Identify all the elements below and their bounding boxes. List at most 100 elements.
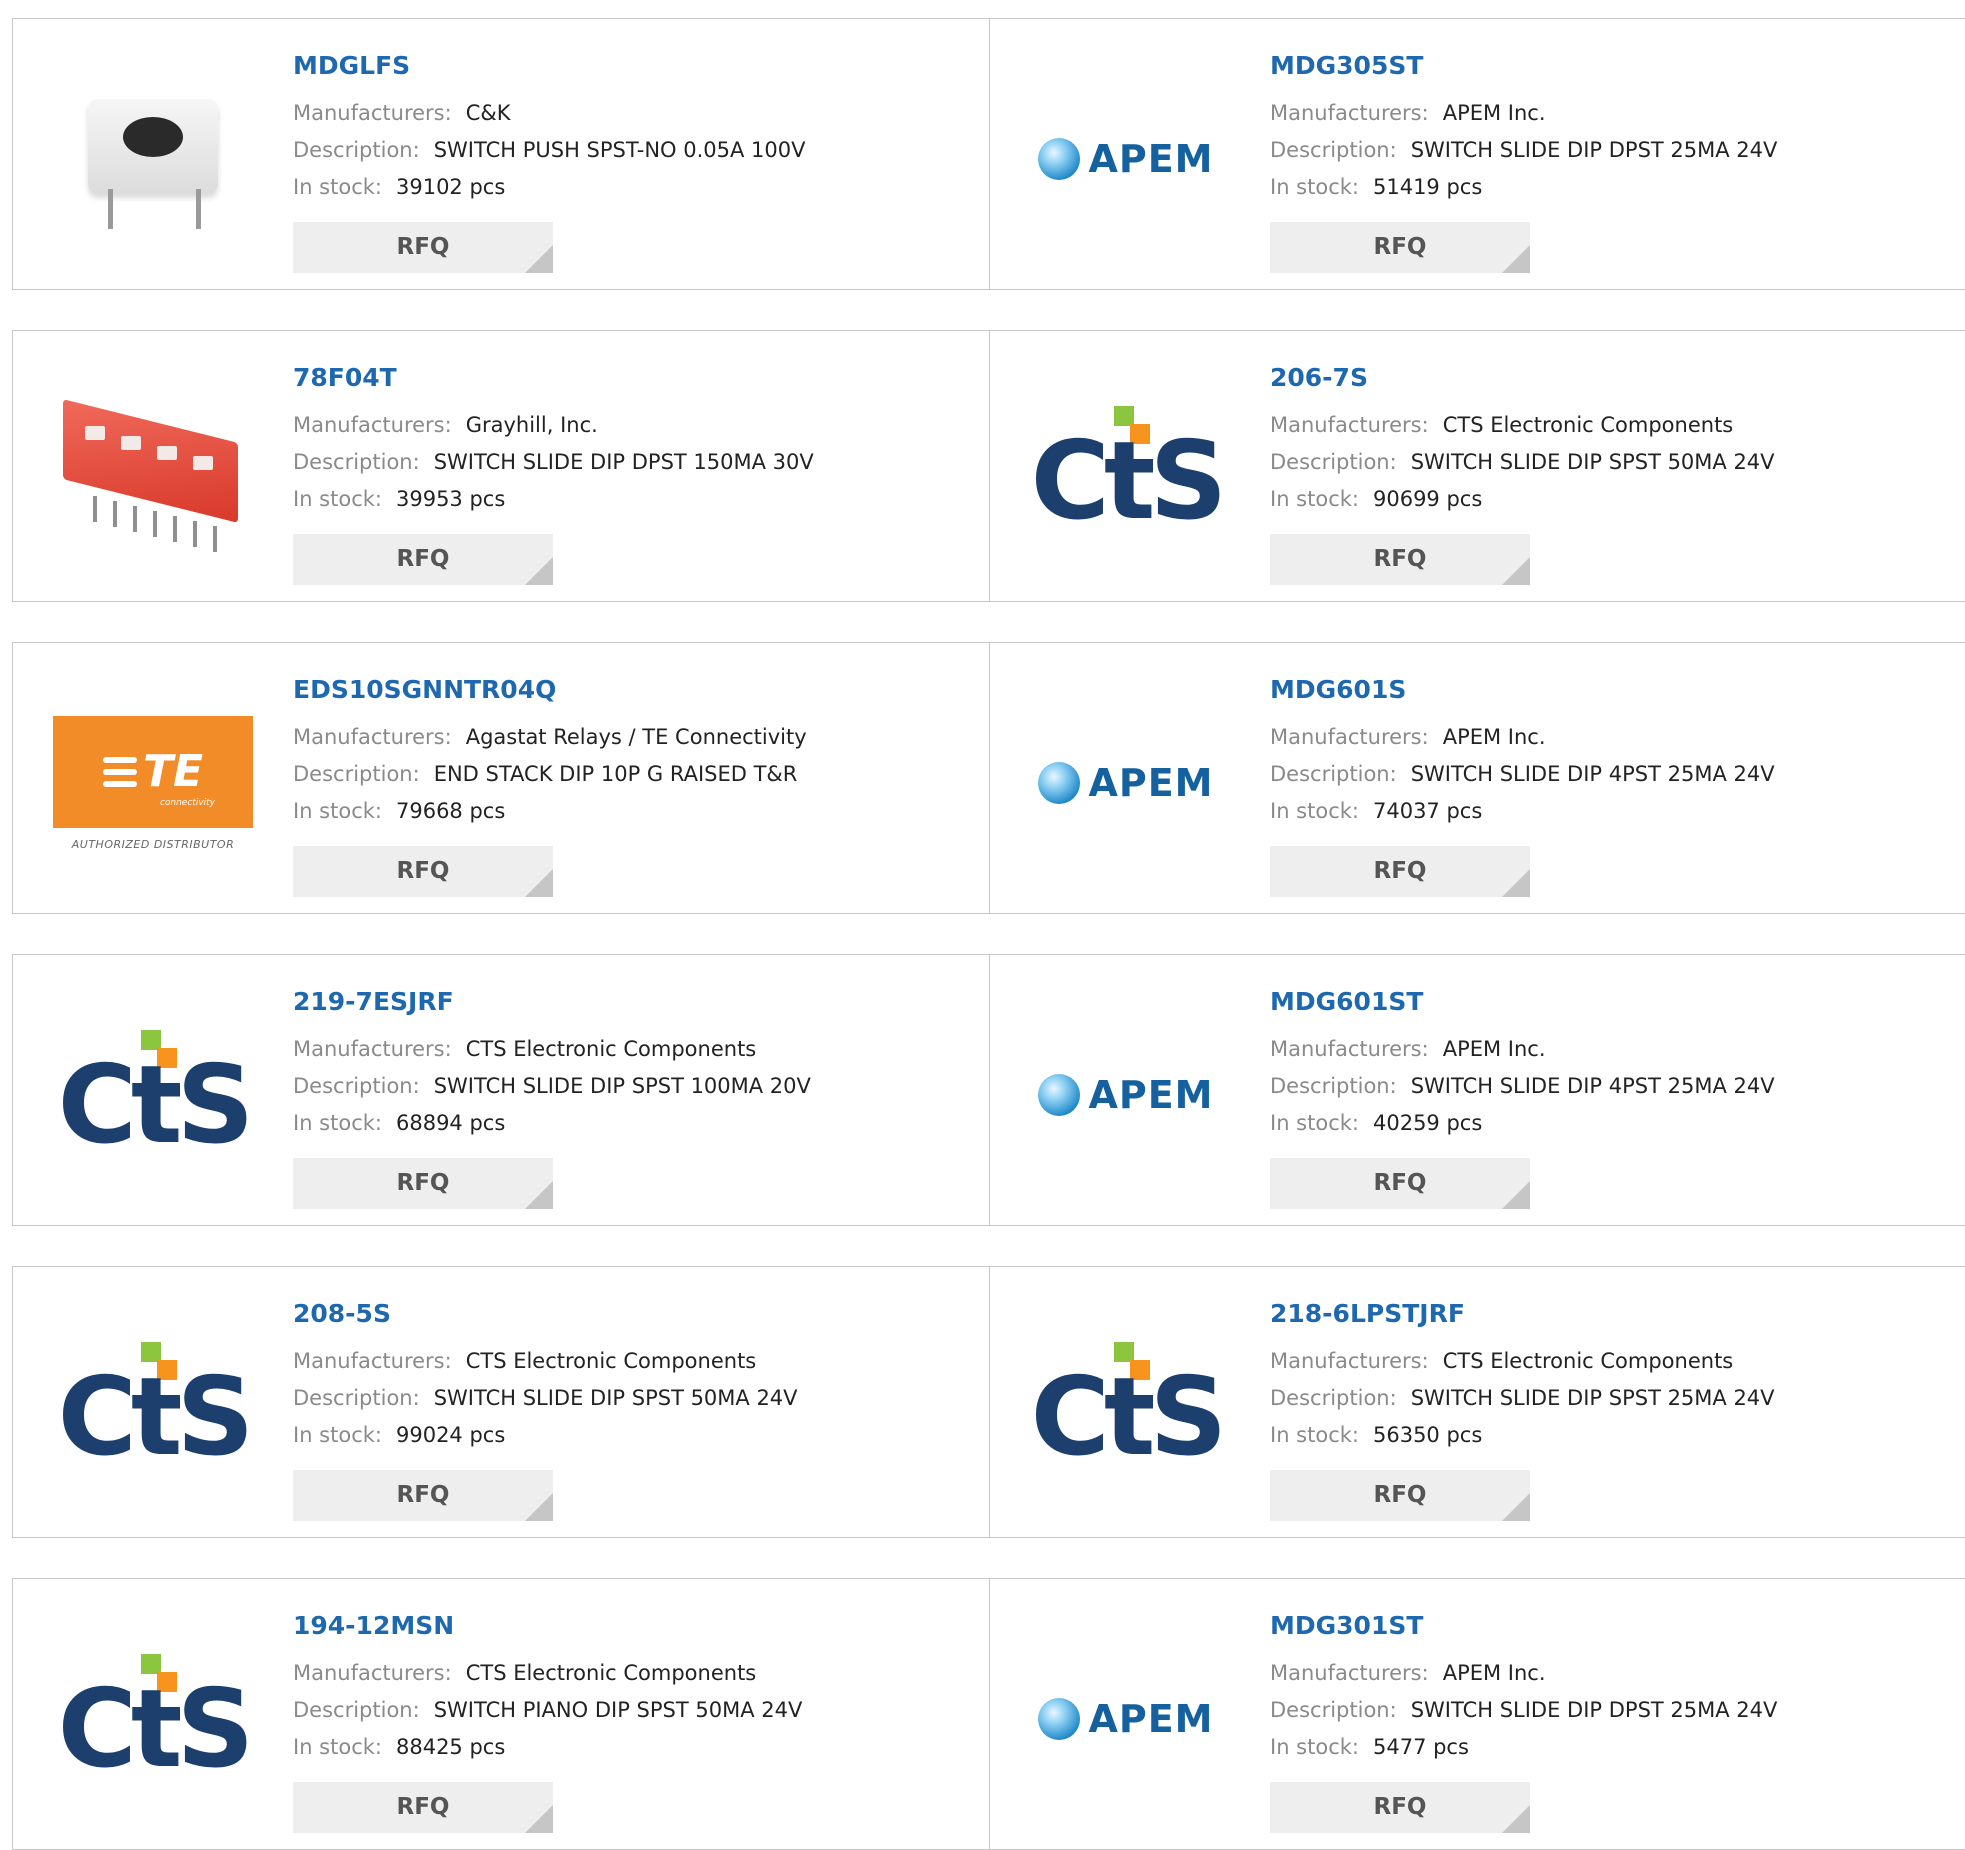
product-thumbnail[interactable]: CtS <box>1026 1307 1228 1507</box>
product-thumbnail[interactable]: CtS <box>53 995 255 1195</box>
apem-globe-icon <box>1038 762 1081 804</box>
manufacturer-line: Manufacturers: APEM Inc. <box>1270 1031 1955 1068</box>
manufacturer-value: CTS Electronic Components <box>1442 413 1734 437</box>
product-thumbnail[interactable]: APEM <box>1026 683 1226 883</box>
rfq-button[interactable]: RFQ <box>1270 846 1530 897</box>
product-thumbnail[interactable]: APEM <box>1026 1619 1226 1819</box>
product-card: CtS 206-7S Manufacturers: CTS Electronic Co… <box>990 330 1965 602</box>
part-number-link[interactable]: MDGLFS <box>293 49 979 83</box>
stock-label: In stock: <box>1270 1735 1359 1759</box>
dip-switch-image <box>63 396 243 552</box>
product-thumbnail[interactable]: TE connectivity AUTHORIZED DISTRIBUTOR <box>53 683 253 883</box>
product-info: MDG601ST Manufacturers: APEM Inc. Descripti… <box>1270 985 1955 1209</box>
product-info: MDG301ST Manufacturers: APEM Inc. Descripti… <box>1270 1609 1955 1833</box>
part-number-link[interactable]: 206-7S <box>1270 361 1955 395</box>
rfq-button[interactable]: RFQ <box>1270 534 1530 585</box>
apem-logo: APEM <box>1038 1697 1213 1741</box>
rfq-button[interactable]: RFQ <box>293 1782 553 1833</box>
product-thumbnail[interactable]: APEM <box>1026 59 1226 259</box>
cts-logo: CtS <box>1026 406 1227 536</box>
stock-line: In stock: 68894 pcs <box>293 1105 979 1142</box>
rfq-button[interactable]: RFQ <box>293 222 553 273</box>
stock-line: In stock: 90699 pcs <box>1270 481 1955 518</box>
cts-logo-text: CtS <box>57 1043 255 1168</box>
manufacturer-label: Manufacturers: <box>1270 1037 1429 1061</box>
dip-pin <box>133 506 137 532</box>
part-number-link[interactable]: 194-12MSN <box>293 1609 979 1643</box>
product-row: 78F04T Manufacturers: Grayhill, Inc. Descri… <box>12 330 1965 602</box>
part-number-link[interactable]: MDG301ST <box>1270 1609 1955 1643</box>
description-label: Description: <box>293 1698 420 1722</box>
description-line: Description: SWITCH SLIDE DIP 4PST 25MA 2… <box>1270 756 1955 793</box>
product-card: CtS 218-6LPSTJRF Manufacturers: CTS Electro… <box>990 1266 1965 1538</box>
product-info: MDG601S Manufacturers: APEM Inc. Descriptio… <box>1270 673 1955 897</box>
description-value: SWITCH SLIDE DIP DPST 150MA 30V <box>433 450 814 474</box>
manufacturer-value: APEM Inc. <box>1442 1037 1546 1061</box>
rfq-button[interactable]: RFQ <box>1270 1782 1530 1833</box>
manufacturer-line: Manufacturers: Agastat Relays / TE Connec… <box>293 719 979 756</box>
manufacturer-line: Manufacturers: CTS Electronic Components <box>1270 1343 1955 1380</box>
rfq-button[interactable]: RFQ <box>293 1470 553 1521</box>
part-number-link[interactable]: 208-5S <box>293 1297 979 1331</box>
product-thumbnail[interactable] <box>53 59 253 259</box>
product-card: CtS 194-12MSN Manufacturers: CTS Electronic… <box>12 1578 990 1850</box>
dip-pin <box>193 521 197 547</box>
rfq-button[interactable]: RFQ <box>1270 222 1530 273</box>
manufacturer-value: APEM Inc. <box>1442 101 1546 125</box>
description-value: SWITCH PIANO DIP SPST 50MA 24V <box>433 1698 803 1722</box>
product-thumbnail[interactable]: APEM <box>1026 995 1226 1195</box>
description-value: SWITCH SLIDE DIP SPST 25MA 24V <box>1410 1386 1775 1410</box>
apem-logo-text: APEM <box>1088 1073 1214 1117</box>
manufacturer-line: Manufacturers: APEM Inc. <box>1270 719 1955 756</box>
dip-pin <box>213 526 217 552</box>
product-thumbnail[interactable]: CtS <box>53 1307 254 1507</box>
te-logo-subtext: connectivity <box>159 797 215 808</box>
product-info: EDS10SGNNTR04Q Manufacturers: Agastat Rela… <box>293 673 979 897</box>
part-number-link[interactable]: 78F04T <box>293 361 979 395</box>
dip-key <box>121 436 141 450</box>
corner-triangle-icon <box>1502 245 1530 273</box>
description-line: Description: SWITCH PIANO DIP SPST 50MA 2… <box>293 1692 979 1729</box>
description-line: Description: SWITCH SLIDE DIP SPST 50MA 2… <box>1270 444 1955 481</box>
stock-value: 74037 pcs <box>1372 799 1483 823</box>
description-value: SWITCH SLIDE DIP SPST 50MA 24V <box>1410 450 1775 474</box>
rfq-label: RFQ <box>396 234 450 260</box>
description-label: Description: <box>1270 1386 1397 1410</box>
corner-triangle-icon <box>1502 869 1530 897</box>
part-number-link[interactable]: MDG305ST <box>1270 49 1955 83</box>
description-value: SWITCH SLIDE DIP SPST 100MA 20V <box>433 1074 811 1098</box>
rfq-button[interactable]: RFQ <box>293 846 553 897</box>
cts-logo: CtS <box>53 1342 254 1472</box>
rfq-button[interactable]: RFQ <box>1270 1470 1530 1521</box>
description-label: Description: <box>293 762 420 786</box>
stock-value: 51419 pcs <box>1372 175 1483 199</box>
manufacturer-value: APEM Inc. <box>1442 1661 1546 1685</box>
product-info: 78F04T Manufacturers: Grayhill, Inc. Descri… <box>293 361 979 585</box>
product-card: APEM MDG305ST Manufacturers: APEM Inc. Descr… <box>990 18 1965 290</box>
description-value: SWITCH SLIDE DIP 4PST 25MA 24V <box>1410 1074 1775 1098</box>
corner-triangle-icon <box>525 557 553 585</box>
stock-line: In stock: 51419 pcs <box>1270 169 1955 206</box>
product-info: 219-7ESJRF Manufacturers: CTS Electronic C… <box>293 985 979 1209</box>
part-number-link[interactable]: MDG601ST <box>1270 985 1955 1019</box>
product-thumbnail[interactable] <box>53 371 253 571</box>
part-number-link[interactable]: 218-6LPSTJRF <box>1270 1297 1955 1331</box>
manufacturer-value: Agastat Relays / TE Connectivity <box>465 725 807 749</box>
part-number-link[interactable]: EDS10SGNNTR04Q <box>293 673 979 707</box>
description-line: Description: SWITCH SLIDE DIP SPST 25MA 2… <box>1270 1380 1955 1417</box>
part-number-link[interactable]: MDG601S <box>1270 673 1955 707</box>
cts-logo-text: CtS <box>1030 1355 1228 1480</box>
apem-logo-text: APEM <box>1088 761 1214 805</box>
rfq-button[interactable]: RFQ <box>1270 1158 1530 1209</box>
description-value: SWITCH SLIDE DIP SPST 50MA 24V <box>433 1386 798 1410</box>
apem-globe-icon <box>1038 1698 1081 1740</box>
product-thumbnail[interactable]: CtS <box>53 1619 254 1819</box>
manufacturer-line: Manufacturers: APEM Inc. <box>1270 95 1955 132</box>
stock-label: In stock: <box>293 1735 382 1759</box>
manufacturer-line: Manufacturers: CTS Electronic Components <box>293 1655 979 1692</box>
product-thumbnail[interactable]: CtS <box>1026 371 1227 571</box>
corner-triangle-icon <box>525 869 553 897</box>
rfq-button[interactable]: RFQ <box>293 1158 553 1209</box>
part-number-link[interactable]: 219-7ESJRF <box>293 985 979 1019</box>
rfq-button[interactable]: RFQ <box>293 534 553 585</box>
